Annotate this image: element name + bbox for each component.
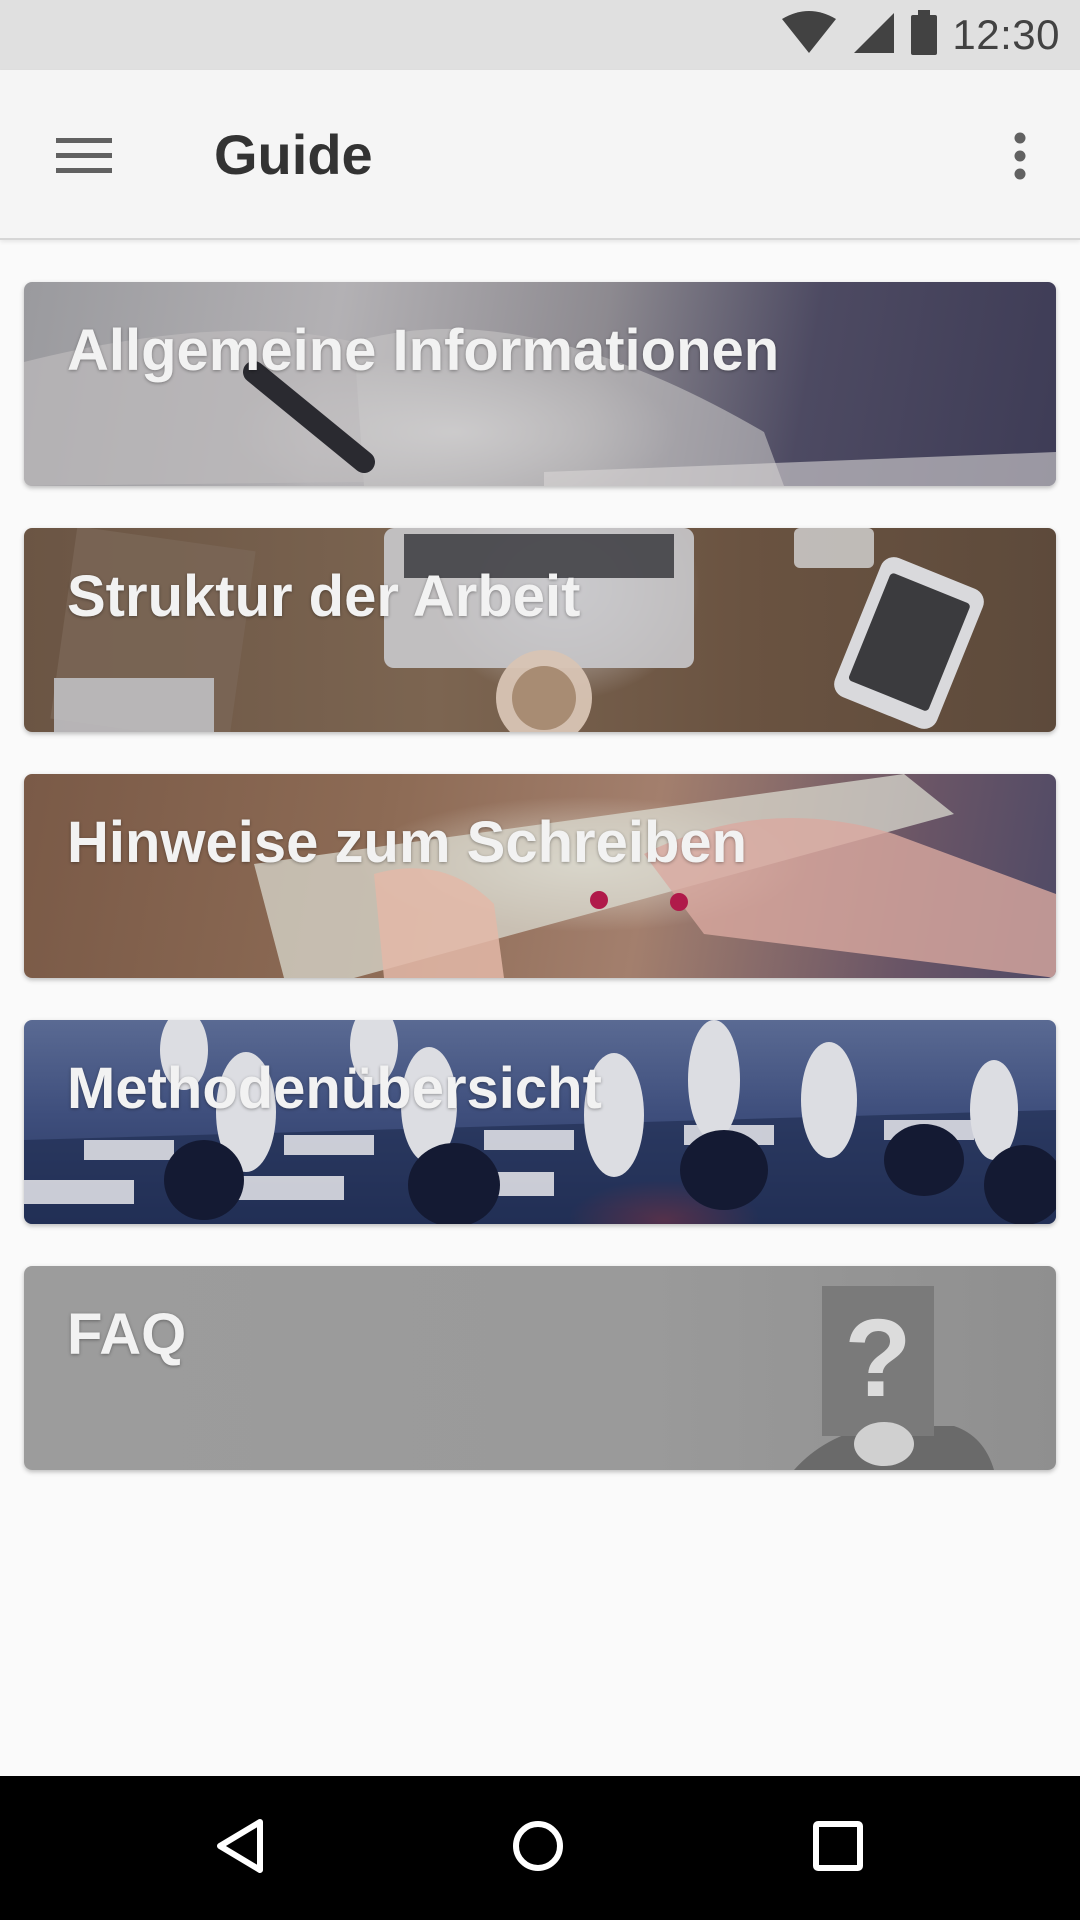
home-icon [510,1818,566,1879]
navigation-bar [0,1776,1080,1920]
card-faq[interactable]: ? FAQ [24,1266,1056,1470]
screen: 12:30 Guide Allgemeine Informationen Str… [0,0,1080,1920]
card-methods-overview[interactable]: Methodenübersicht [24,1020,1056,1224]
card-work-structure[interactable]: Struktur der Arbeit [24,528,1056,732]
card-writing-tips[interactable]: Hinweise zum Schreiben [24,774,1056,978]
back-button[interactable] [204,1812,276,1884]
battery-icon [910,9,938,61]
recents-button[interactable] [802,1812,874,1884]
status-time: 12:30 [952,11,1060,58]
more-vert-icon [1013,132,1027,185]
card-label: FAQ [67,1302,187,1367]
recents-icon [812,1820,864,1877]
back-icon [212,1818,268,1879]
menu-button[interactable] [40,114,128,202]
home-button[interactable] [502,1812,574,1884]
card-label: Methodenübersicht [67,1056,602,1121]
card-general-information[interactable]: Allgemeine Informationen [24,282,1056,486]
card-label: Struktur der Arbeit [67,564,581,629]
card-list: Allgemeine Informationen Struktur der Ar… [24,282,1056,1512]
status-bar: 12:30 [0,0,1080,70]
page-title: Guide [214,123,373,186]
card-label: Hinweise zum Schreiben [67,810,748,875]
overflow-menu-button[interactable] [980,114,1060,202]
app-bar: Guide [0,70,1080,240]
wifi-icon [780,10,838,60]
hamburger-menu-icon [56,136,112,181]
cellular-signal-icon [852,11,896,60]
card-label: Allgemeine Informationen [67,318,780,383]
svg-text:?: ? [844,1297,911,1420]
status-icons: 12:30 [780,8,1060,62]
